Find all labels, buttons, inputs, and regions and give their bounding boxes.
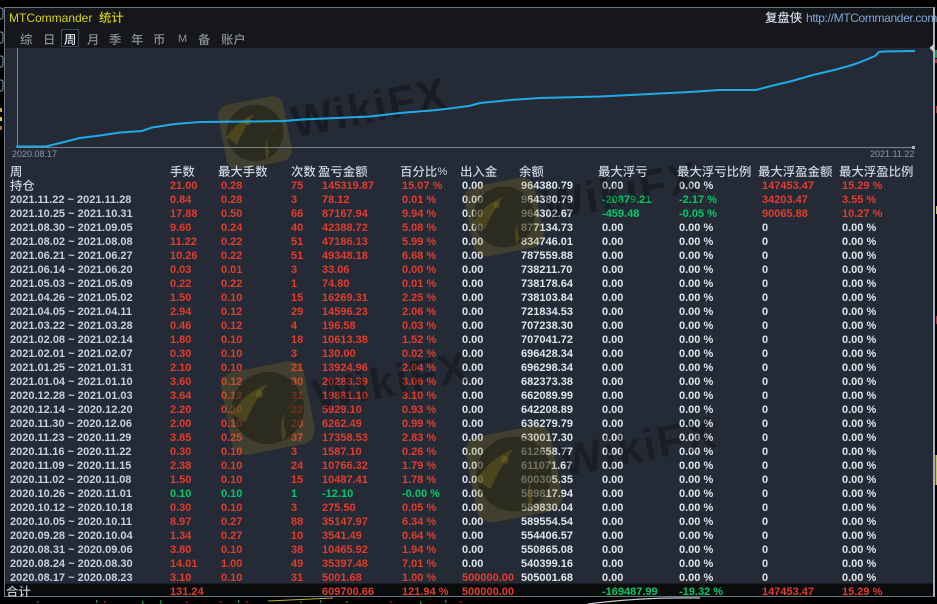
svg-text:%: % [438, 166, 448, 178]
svg-text:WikiFX: WikiFX [556, 408, 721, 486]
svg-text:WikiFX: WikiFX [287, 69, 452, 147]
svg-text:WikiFX: WikiFX [309, 342, 474, 420]
svg-text:WikiFX: WikiFX [539, 153, 704, 231]
